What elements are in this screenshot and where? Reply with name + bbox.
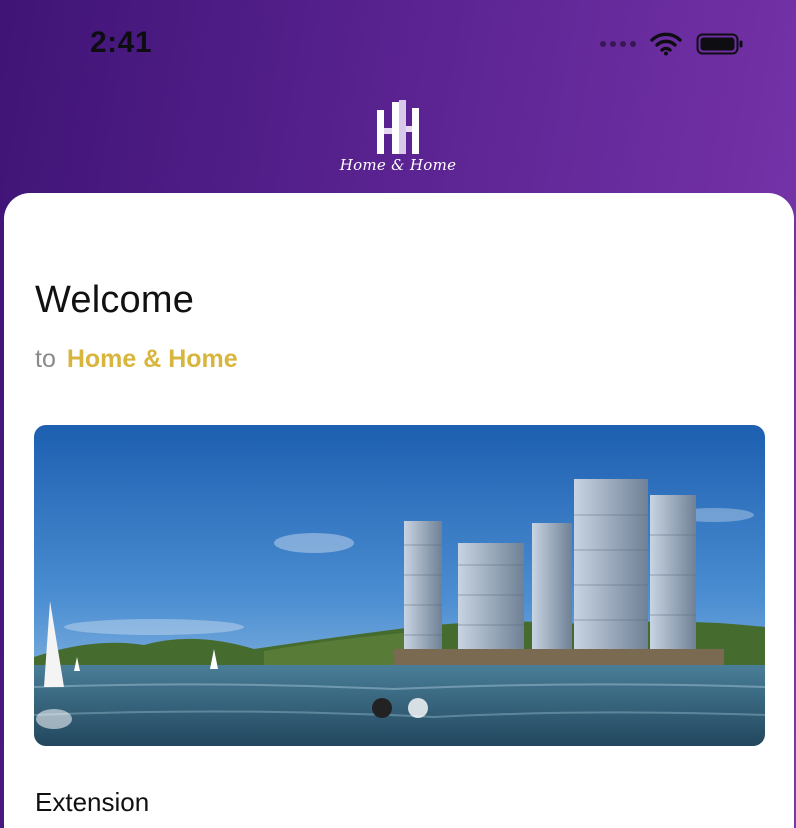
hh-buildings-logo-icon <box>377 100 419 154</box>
welcome-subtitle: to Home & Home <box>35 345 238 374</box>
status-icons <box>600 30 744 58</box>
welcome-brand-name: Home & Home <box>66 345 238 373</box>
app-screen: 2:41 Home & Home Welcome to Home & Home … <box>0 0 796 828</box>
welcome-prefix: to <box>35 345 56 373</box>
carousel-dot-1[interactable] <box>371 698 392 718</box>
wifi-icon <box>650 32 682 56</box>
image-carousel[interactable] <box>34 425 765 746</box>
brand-header: Home & Home <box>0 98 796 174</box>
content-sheet: Welcome to Home & Home Extension <box>4 193 794 828</box>
carousel-dot-2[interactable] <box>407 698 428 718</box>
brand-name: Home & Home <box>339 156 457 174</box>
battery-icon <box>696 33 743 55</box>
signal-dots-icon <box>600 41 636 47</box>
page-title: Welcome <box>35 279 195 321</box>
carousel-pagination <box>34 698 765 718</box>
status-time: 2:41 <box>90 26 153 59</box>
status-bar: 2:41 <box>0 0 796 90</box>
extension-section-title: Extension <box>35 787 150 817</box>
